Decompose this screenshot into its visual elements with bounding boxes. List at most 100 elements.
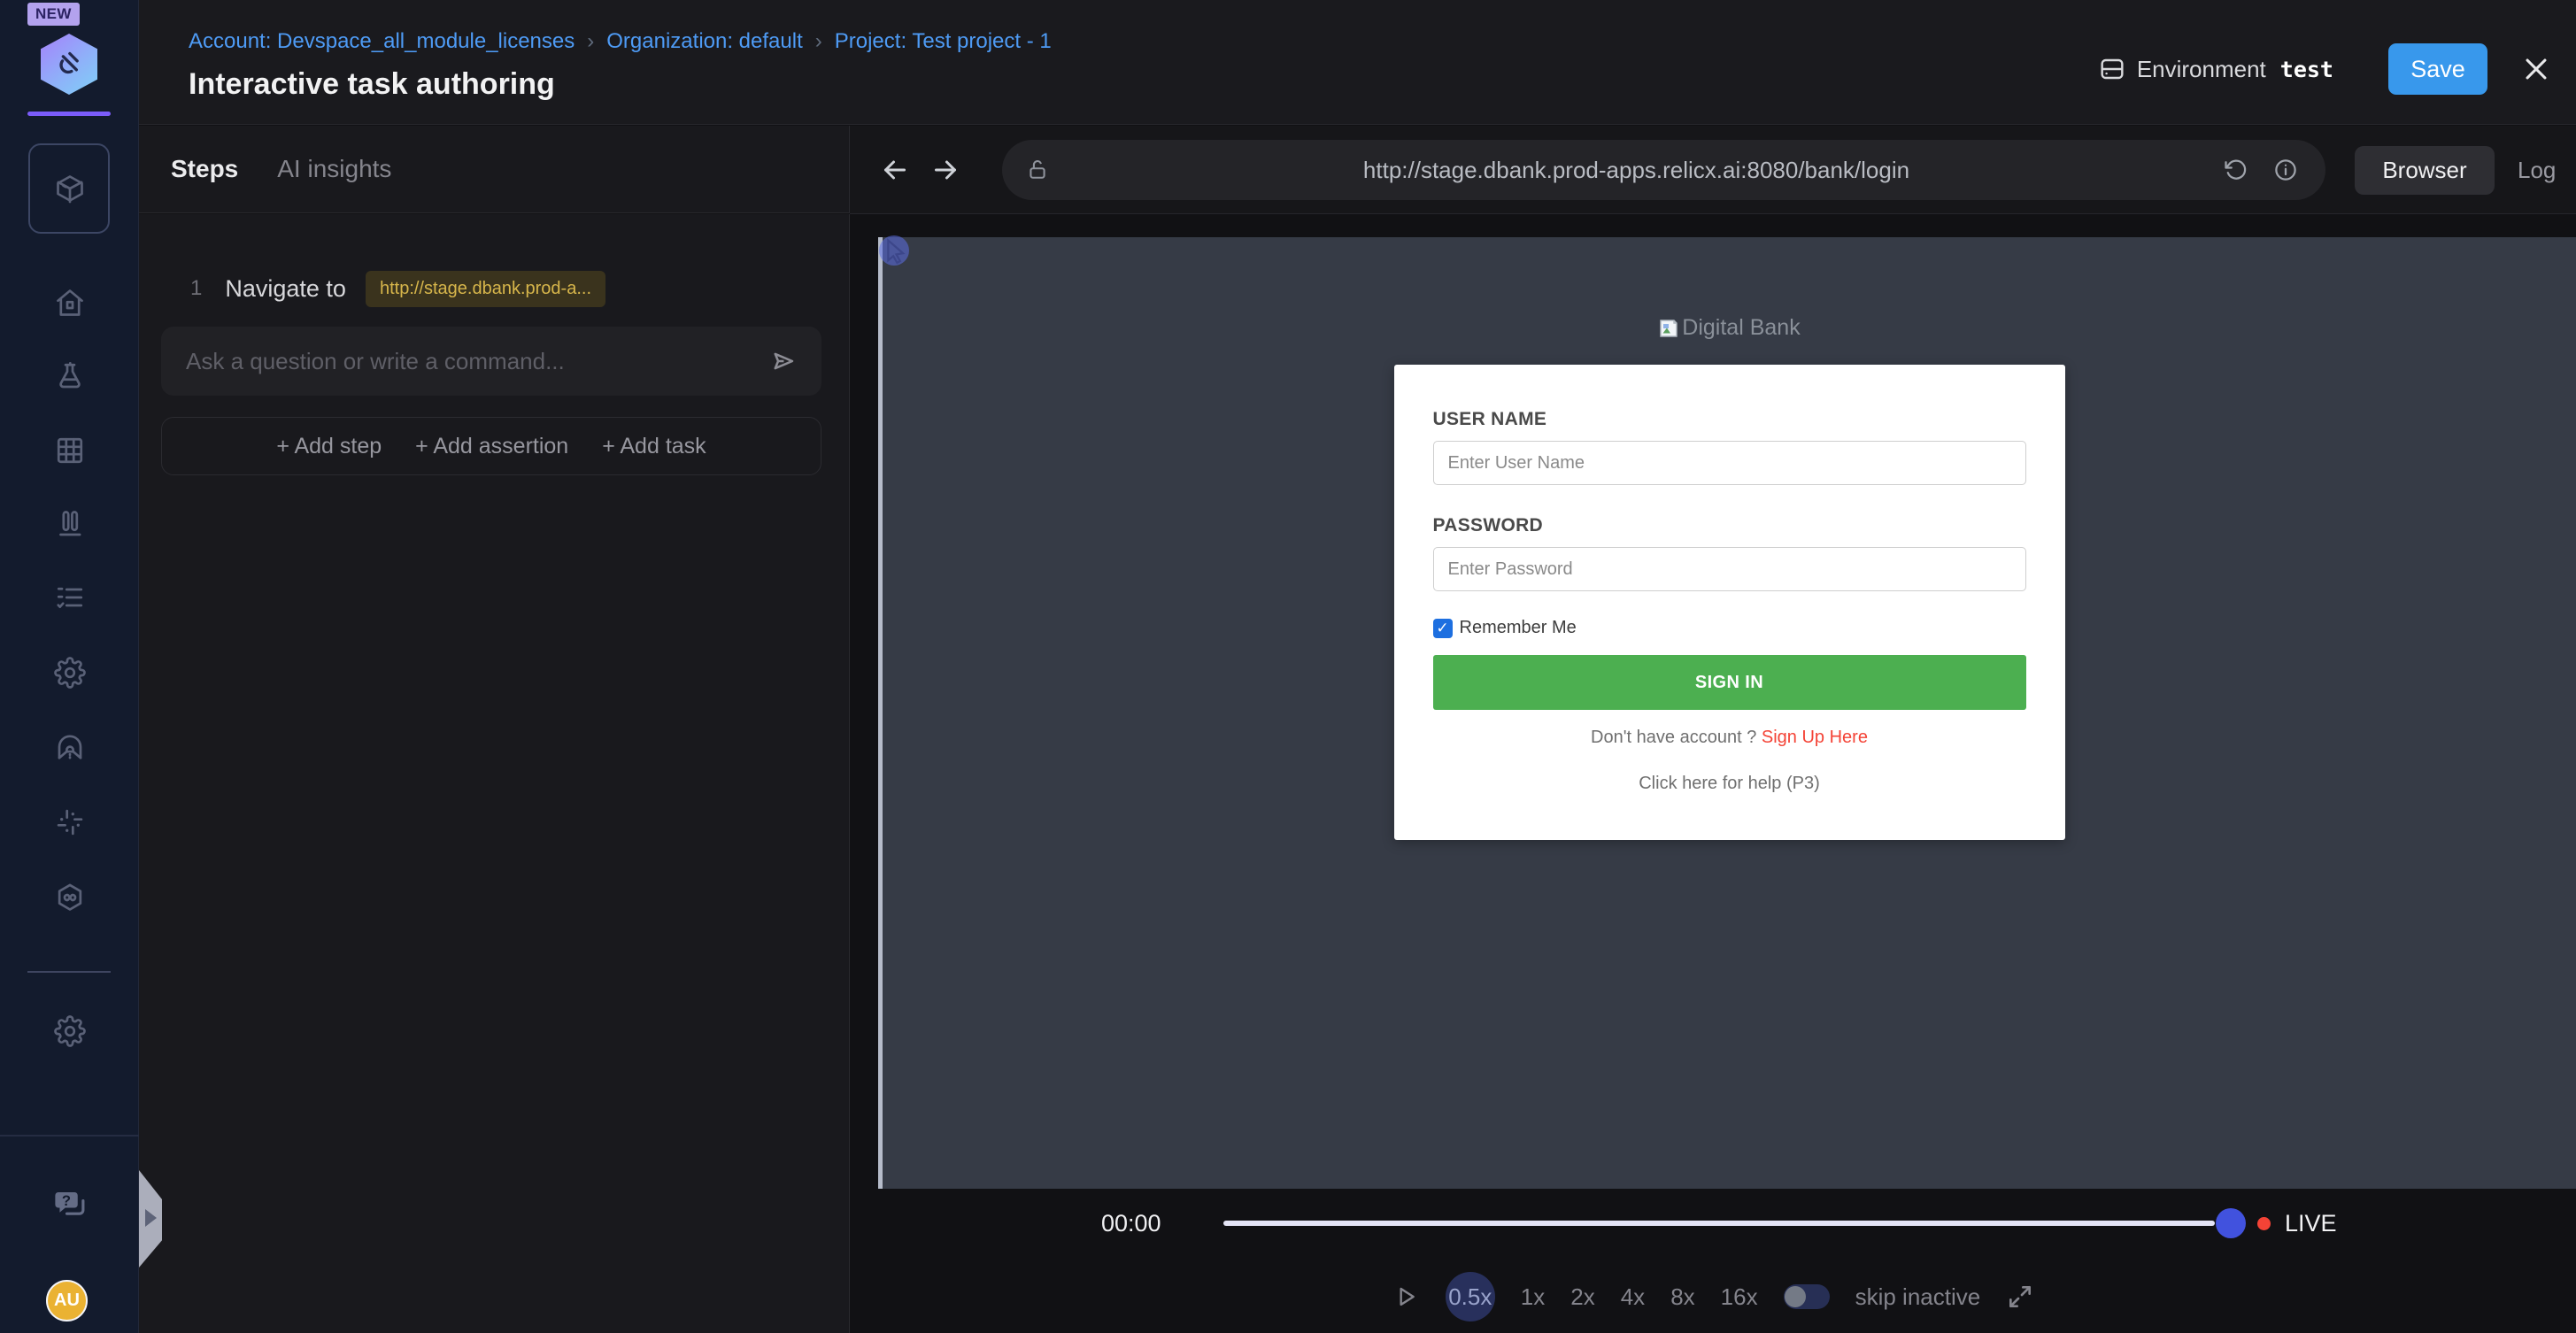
integrations-slack-icon [57,809,82,836]
signup-row: Don't have account ? Sign Up Here [1394,728,2065,748]
add-task-button[interactable]: + Add task [602,434,706,459]
sidebar-item-packages[interactable] [0,173,139,204]
login-card: USER NAME PASSWORD ✓ Remember Me SIGN IN… [1393,365,2065,840]
timeline-track[interactable] [1223,1221,2215,1226]
skip-inactive-label: skip inactive [1855,1283,1981,1310]
password-field[interactable] [1432,547,2026,591]
logo-underline [27,112,111,116]
environment-label: Environment [2136,55,2266,82]
sidebar-bottom-divider [0,1135,139,1137]
environment-icon [2101,58,2124,80]
app-root: NEW ? AU Account: Devspace_all_module_li… [0,0,2576,1333]
command-input[interactable] [186,347,768,375]
breadcrumb-organization[interactable]: Organization: default [606,29,802,54]
playback-controls: 0.5x 1x 2x 4x 8x 16x skip inactive [850,1260,2576,1333]
breadcrumb-project[interactable]: Project: Test project - 1 [835,29,1052,54]
sidebar-item-sessions[interactable] [0,582,139,613]
breadcrumb: Account: Devspace_all_module_licenses › … [189,29,1052,54]
remember-checkbox[interactable]: ✓ [1432,618,1453,638]
sidebar-item-explore[interactable] [0,732,139,764]
step-action-label: Navigate to [225,274,346,302]
forward-arrow-icon[interactable] [929,154,961,186]
address-bar[interactable]: http://stage.dbank.prod-apps.relicx.ai:8… [1002,140,2325,200]
tab-ai-insights[interactable]: AI insights [277,155,391,183]
top-header: Account: Devspace_all_module_licenses › … [139,0,2576,125]
step-number: 1 [190,276,203,300]
breadcrumb-separator: › [587,29,595,53]
bank-logo: Digital Bank [883,315,2576,341]
speed-option-16x[interactable]: 16x [1721,1283,1758,1311]
step-url-chip[interactable]: http://stage.dbank.prod-a... [365,270,605,307]
sign-in-button[interactable]: SIGN IN [1432,655,2026,710]
live-label: LIVE [2285,1210,2337,1237]
sidebar-item-integrations[interactable] [0,806,139,838]
speed-option-4x[interactable]: 4x [1621,1283,1645,1311]
tab-browser[interactable]: Browser [2355,146,2495,195]
tab-log[interactable]: Log [2518,146,2556,195]
help-chat-button[interactable]: ? [0,1186,139,1223]
gear-icon [53,657,86,689]
username-label: USER NAME [1432,409,1547,429]
sidebar-item-config[interactable] [0,657,139,689]
sidebar-item-suites[interactable] [0,435,139,466]
password-label: PASSWORD [1432,515,1544,536]
sidebar-item-test-runs[interactable] [0,508,139,540]
add-assertion-button[interactable]: + Add assertion [415,434,568,459]
username-field[interactable] [1432,441,2026,485]
bank-logo-alt-text: Digital Bank [1682,315,1801,340]
breadcrumb-account[interactable]: Account: Devspace_all_module_licenses [189,29,575,54]
environment-value[interactable]: test [2280,57,2333,82]
sidebar-divider [27,971,111,973]
toggle-knob [1784,1286,1806,1307]
add-step-button[interactable]: + Add step [276,434,382,459]
fullscreen-icon[interactable] [2006,1283,2034,1311]
remote-cursor [879,235,913,272]
step-row[interactable]: 1 Navigate to http://stage.dbank.prod-a.… [139,269,850,308]
speed-option-2x[interactable]: 2x [1570,1283,1594,1311]
playback-timeline: 00:00 LIVE [850,1189,2576,1258]
tab-steps[interactable]: Steps [171,155,238,183]
back-arrow-icon[interactable] [879,154,911,186]
sidebar-item-home[interactable] [0,287,139,319]
close-icon[interactable] [2521,54,2551,84]
refresh-icon[interactable] [2223,157,2249,183]
url-text[interactable]: http://stage.dbank.prod-apps.relicx.ai:8… [1050,157,2223,184]
broken-image-icon [1660,319,1677,337]
speed-option-8x[interactable]: 8x [1670,1283,1694,1311]
package-cube-icon [56,175,83,204]
hexagon-infinity-icon [58,883,81,911]
remember-me-row: ✓ Remember Me [1432,618,1577,638]
save-button[interactable]: Save [2388,43,2487,95]
header-actions: Environment test Save [2098,41,2551,97]
sidebar-item-pipelines[interactable] [0,882,139,913]
grid-icon [57,437,82,464]
gear-icon [53,1015,86,1047]
browser-viewport[interactable]: Digital Bank USER NAME PASSWORD ✓ Rememb… [878,235,2576,1189]
chat-help-icon: ? [54,1192,84,1215]
page-title: Interactive task authoring [189,67,555,101]
avatar[interactable]: AU [46,1280,88,1321]
info-icon[interactable] [2272,157,2299,183]
current-time: 00:00 [1101,1210,1161,1237]
tunnel-icon [58,735,81,759]
sidebar-item-settings[interactable] [0,1015,139,1047]
skip-inactive-toggle[interactable] [1783,1284,1830,1309]
signup-link[interactable]: Sign Up Here [1762,728,1868,747]
add-actions-box: + Add step + Add assertion + Add task [161,417,821,475]
flask-icon [58,361,81,389]
play-icon[interactable] [1392,1283,1420,1311]
steps-panel-tabs: Steps AI insights [139,126,850,213]
checklist-icon [56,587,82,608]
sidebar: NEW ? AU [0,0,139,1333]
relicx-logo-icon[interactable] [41,34,97,95]
unlock-icon [1030,159,1045,179]
steps-panel: 1 Navigate to http://stage.dbank.prod-a.… [139,214,850,1333]
cursor-halo [879,235,909,266]
speed-option-0-5x[interactable]: 0.5x [1445,1272,1495,1321]
help-link[interactable]: Click here for help (P3) [1394,774,2065,794]
speed-option-1x[interactable]: 1x [1521,1283,1545,1311]
send-icon[interactable] [768,346,798,376]
sidebar-item-tests[interactable] [0,360,139,392]
timeline-thumb[interactable] [2216,1208,2246,1238]
remember-label: Remember Me [1459,618,1577,637]
